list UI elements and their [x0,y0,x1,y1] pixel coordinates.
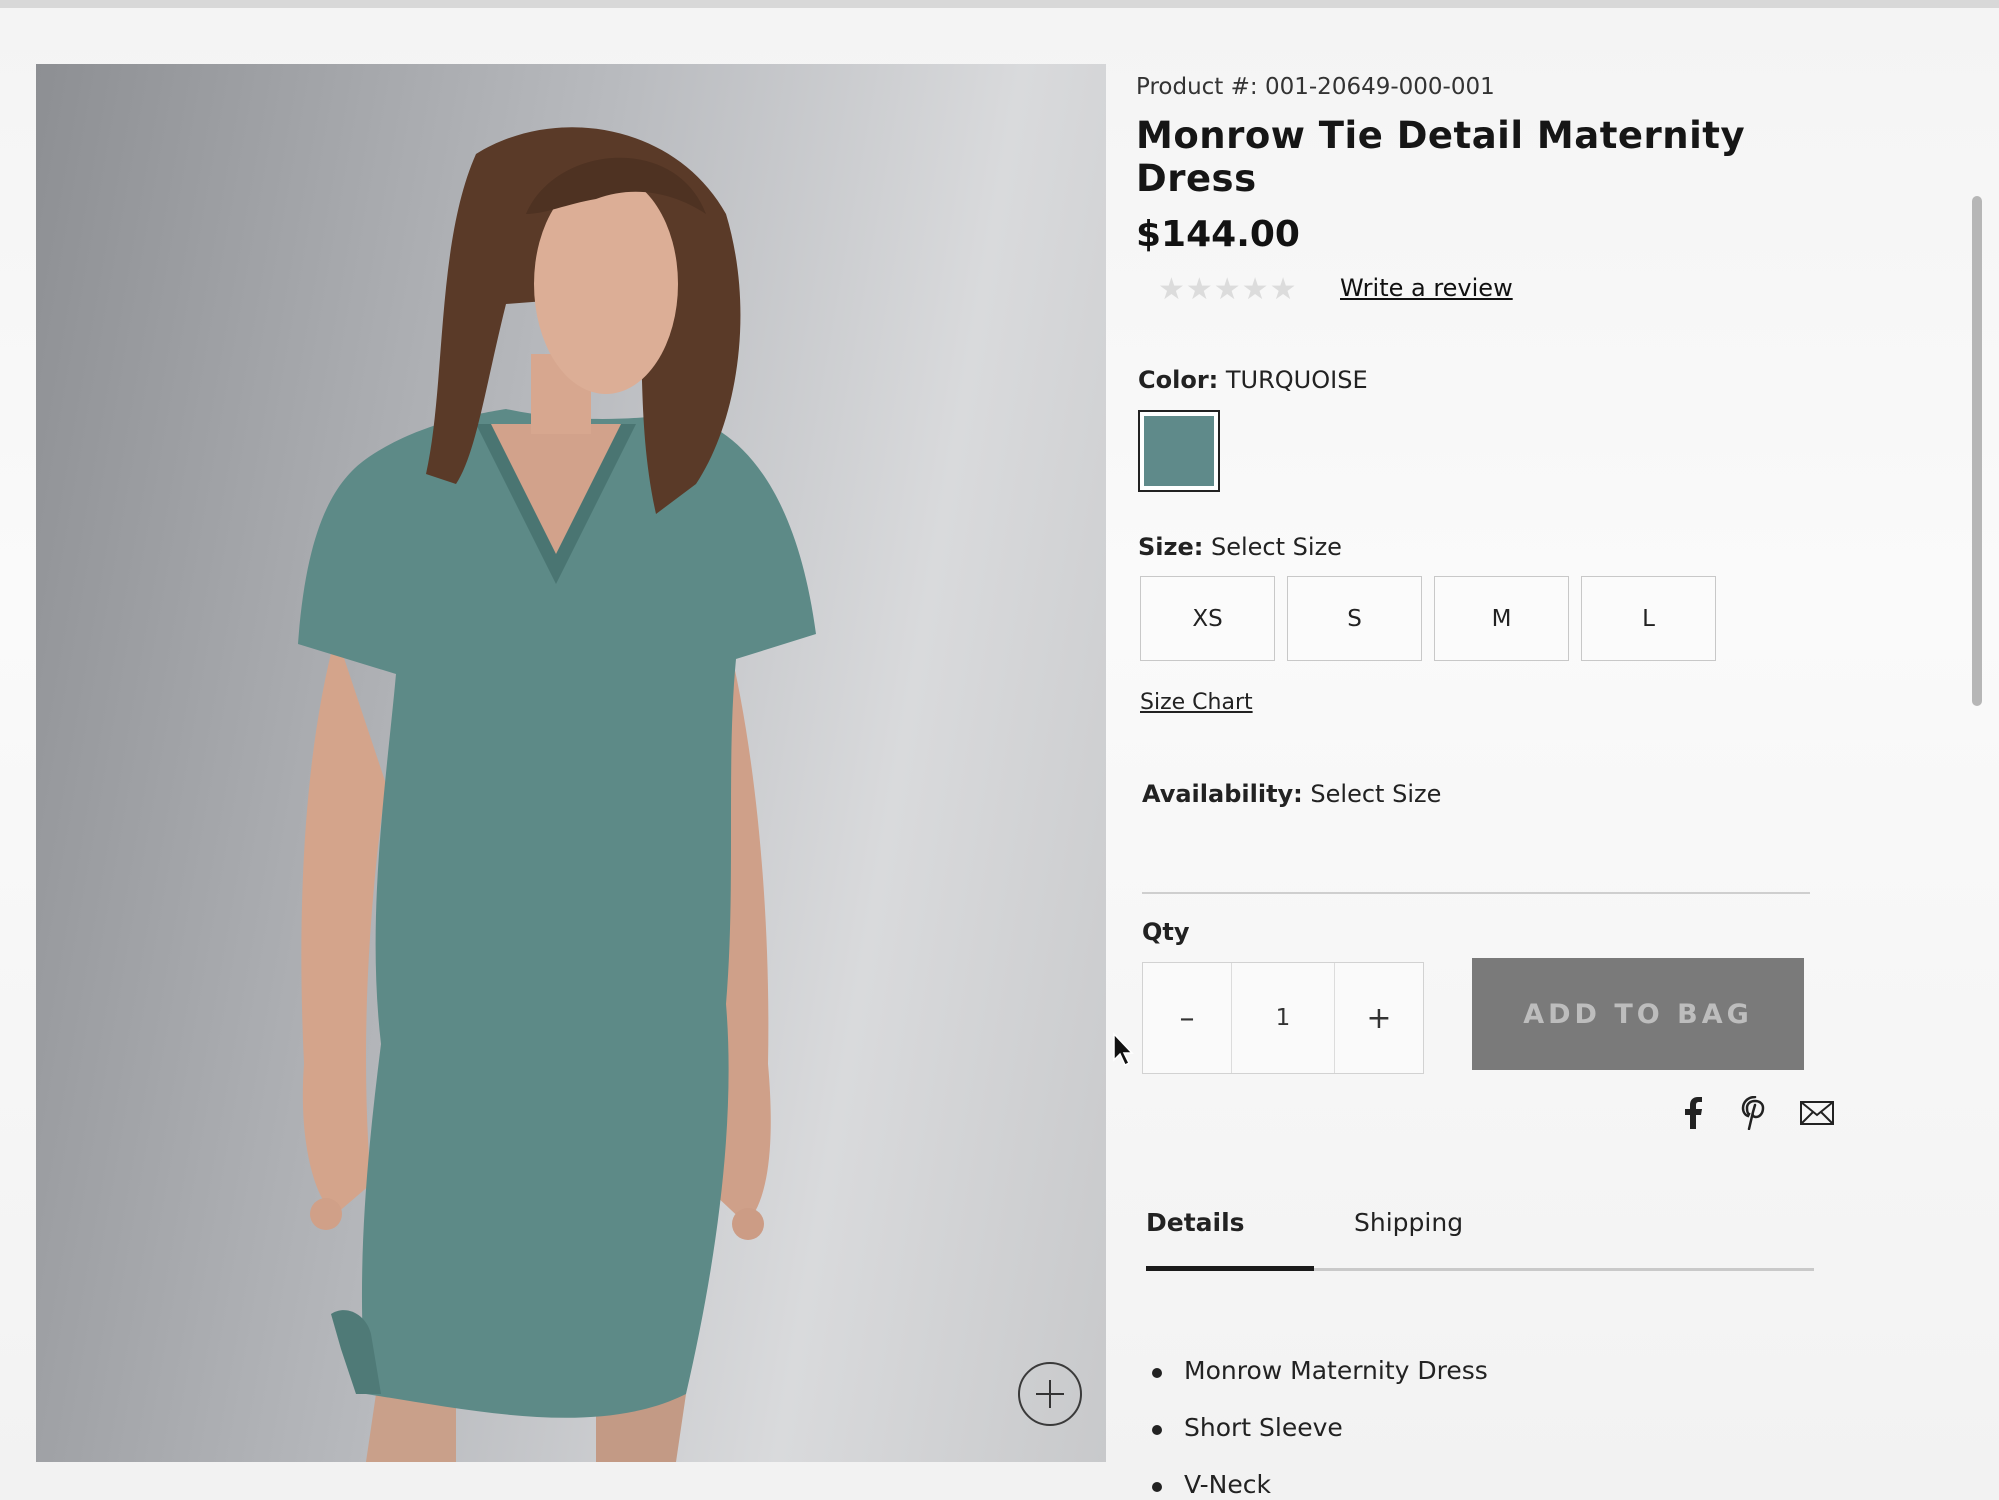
size-label: Size: [1138,533,1204,561]
product-page: Product #: 001-20649-000-001 Monrow Tie … [0,0,1999,1500]
size-options: XS S M L [1140,576,1716,661]
color-swatch-turquoise[interactable] [1138,410,1220,492]
model-photo [298,127,816,1462]
share-icons [1676,1096,1834,1130]
quantity-decrease-button[interactable]: – [1143,963,1231,1073]
size-option-xs[interactable]: XS [1140,576,1275,661]
color-selector-label: Color: TURQUOISE [1138,366,1368,394]
size-option-s[interactable]: S [1287,576,1422,661]
product-number-label: Product #: [1136,74,1258,100]
plus-icon [1036,1380,1064,1408]
section-divider [1142,892,1810,894]
facebook-icon[interactable] [1676,1096,1710,1130]
mouse-cursor-icon [1113,1032,1134,1067]
size-value: Select Size [1211,533,1342,561]
quantity-label: Qty [1142,918,1190,946]
product-number: Product #: 001-20649-000-001 [1136,74,1495,100]
size-option-m[interactable]: M [1434,576,1569,661]
pinterest-icon[interactable] [1738,1096,1772,1130]
quantity-increase-button[interactable]: + [1335,963,1423,1073]
email-icon[interactable] [1800,1096,1834,1130]
page-scrollbar[interactable] [1972,196,1982,706]
availability: Availability: Select Size [1142,780,1441,808]
swatch-fill [1144,416,1214,486]
add-to-bag-button[interactable]: ADD TO BAG [1472,958,1804,1070]
list-item: Monrow Maternity Dress [1152,1356,1488,1413]
product-number-value: 001-20649-000-001 [1264,74,1495,100]
product-title: Monrow Tie Detail Maternity Dress [1136,114,1746,200]
size-chart-link[interactable]: Size Chart [1140,690,1253,715]
product-price: $144.00 [1136,214,1300,255]
active-tab-indicator [1146,1266,1314,1271]
product-details-panel: Product #: 001-20649-000-001 Monrow Tie … [1136,0,1836,1500]
color-value: TURQUOISE [1225,366,1368,394]
list-item: Short Sleeve [1152,1413,1488,1470]
color-label: Color: [1138,366,1219,394]
product-info-tabs: Details Shipping [1146,1208,1814,1278]
tab-shipping[interactable]: Shipping [1354,1208,1463,1237]
write-review-link[interactable]: Write a review [1340,274,1513,302]
quantity-stepper: – 1 + [1142,962,1424,1074]
availability-value: Select Size [1310,780,1442,808]
tab-details[interactable]: Details [1146,1208,1245,1237]
zoom-button[interactable] [1018,1362,1082,1426]
quantity-input[interactable]: 1 [1231,963,1335,1073]
rating-stars: ★★★★★ [1158,272,1298,307]
list-item: V-Neck [1152,1470,1488,1500]
size-selector-label: Size: Select Size [1138,533,1342,561]
size-option-l[interactable]: L [1581,576,1716,661]
details-list: Monrow Maternity Dress Short Sleeve V-Ne… [1152,1356,1488,1500]
product-image[interactable] [36,64,1106,1462]
availability-label: Availability: [1142,780,1303,808]
